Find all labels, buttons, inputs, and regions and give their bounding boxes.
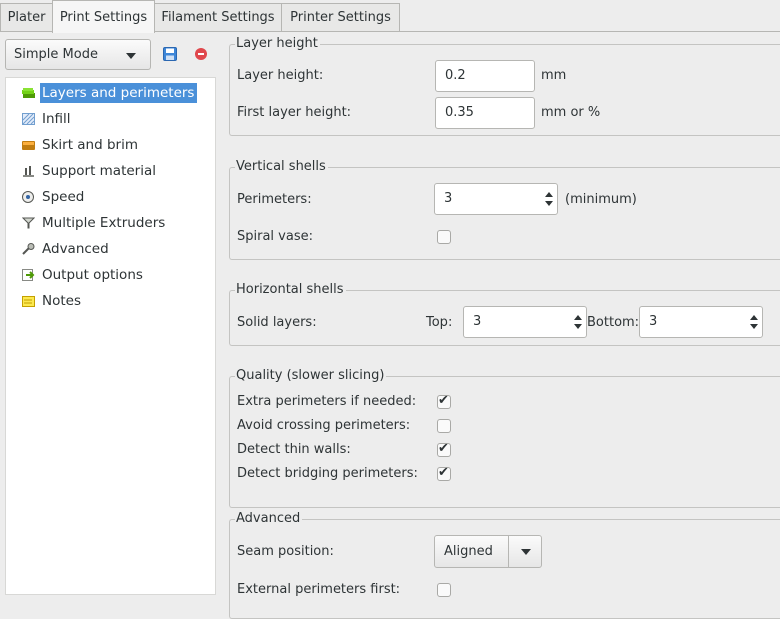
first-layer-height-label: First layer height:	[237, 105, 352, 120]
combo-separator	[508, 536, 509, 567]
top-layers-value: 3	[473, 314, 482, 329]
group-vertical-shells: Vertical shells Perimeters: 3 (minimum) …	[229, 159, 780, 260]
layers-icon	[22, 88, 35, 98]
skirt-icon	[22, 141, 35, 150]
extra-perimeters-checkbox[interactable]: ✔	[437, 393, 451, 409]
infill-icon	[22, 113, 35, 125]
seam-position-select[interactable]: Aligned	[434, 535, 542, 568]
seam-position-label: Seam position:	[237, 544, 334, 559]
notes-icon	[22, 296, 35, 307]
tree-item-label: Skirt and brim	[42, 137, 138, 153]
settings-page-tree: Layers and perimeters Infill Skirt and b…	[5, 77, 216, 595]
detect-bridging-checkbox[interactable]: ✔	[437, 465, 451, 481]
spin-up-icon[interactable]	[750, 315, 758, 320]
first-layer-height-input[interactable]: 0.35	[435, 97, 535, 129]
chevron-down-icon	[126, 53, 136, 59]
support-icon	[23, 166, 34, 177]
group-layer-height: Layer height Layer height: 0.2 mm First …	[229, 36, 780, 136]
perimeters-spinner[interactable]: 3	[434, 183, 558, 215]
tab-filament-settings[interactable]: Filament Settings	[154, 3, 282, 32]
detect-bridging-label: Detect bridging perimeters:	[237, 466, 418, 481]
spin-down-icon[interactable]	[545, 201, 553, 206]
tree-item-label: Output options	[42, 267, 143, 283]
tab-printer-settings[interactable]: Printer Settings	[281, 3, 400, 32]
check-icon: ✔	[438, 441, 449, 456]
detect-thin-walls-label: Detect thin walls:	[237, 442, 351, 457]
avoid-crossing-checkbox[interactable]	[437, 419, 451, 433]
bottom-layers-spinner[interactable]: 3	[639, 306, 763, 338]
left-panel: Simple Mode Layers and perimeters Infill…	[0, 32, 222, 600]
layer-height-input[interactable]: 0.2	[435, 60, 535, 92]
spin-down-icon[interactable]	[574, 324, 582, 329]
check-icon: ✔	[438, 393, 449, 408]
external-perimeters-checkbox[interactable]	[437, 583, 451, 597]
extruders-icon	[22, 217, 35, 229]
top-layers-spin-buttons[interactable]	[570, 307, 586, 337]
tree-item-label: Speed	[42, 189, 85, 205]
mode-selector-text: Simple Mode	[14, 47, 98, 62]
save-icon[interactable]	[163, 47, 177, 61]
layer-height-label: Layer height:	[237, 68, 324, 83]
group-horizontal-shells: Horizontal shells Solid layers: Top: 3 B…	[229, 282, 780, 346]
seam-position-value: Aligned	[444, 544, 493, 559]
wrench-icon	[22, 243, 35, 255]
tree-item-label: Advanced	[42, 241, 109, 257]
tab-plater[interactable]: Plater	[0, 3, 53, 32]
avoid-crossing-label: Avoid crossing perimeters:	[237, 418, 411, 433]
spiral-vase-checkbox[interactable]	[437, 230, 451, 244]
group-quality: Quality (slower slicing) Extra perimeter…	[229, 368, 780, 508]
spiral-vase-label: Spiral vase:	[237, 229, 313, 244]
group-title: Horizontal shells	[235, 282, 346, 298]
tree-item-label: Infill	[42, 111, 71, 127]
external-perimeters-label: External perimeters first:	[237, 582, 401, 597]
layer-height-unit: mm	[541, 68, 567, 83]
spin-up-icon[interactable]	[545, 192, 553, 197]
top-layers-label: Top:	[426, 315, 453, 330]
group-title: Quality (slower slicing)	[235, 368, 387, 384]
perimeters-value: 3	[444, 191, 453, 206]
delete-icon[interactable]	[195, 48, 207, 60]
group-title: Layer height	[235, 36, 320, 52]
main-tabs: Plater Print Settings Filament Settings …	[0, 0, 780, 33]
spin-up-icon[interactable]	[574, 315, 582, 320]
settings-panel: Layer height Layer height: 0.2 mm First …	[222, 32, 780, 619]
solid-layers-label: Solid layers:	[237, 315, 317, 330]
first-layer-height-value: 0.35	[445, 105, 474, 120]
perimeters-unit: (minimum)	[565, 192, 637, 207]
first-layer-height-unit: mm or %	[541, 105, 601, 120]
extra-perimeters-label: Extra perimeters if needed:	[237, 394, 417, 409]
group-title: Vertical shells	[235, 159, 328, 175]
bottom-layers-label: Bottom:	[587, 315, 640, 330]
top-layers-spinner[interactable]: 3	[463, 306, 587, 338]
spin-down-icon[interactable]	[750, 324, 758, 329]
layer-height-value: 0.2	[445, 68, 466, 83]
tree-item-label: Support material	[42, 163, 157, 179]
bottom-layers-value: 3	[649, 314, 658, 329]
group-title: Advanced	[235, 511, 303, 527]
group-advanced: Advanced Seam position: Aligned External…	[229, 511, 780, 619]
tree-item-label: Layers and perimeters	[40, 83, 198, 103]
perimeters-label: Perimeters:	[237, 192, 312, 207]
output-icon	[22, 269, 35, 281]
detect-thin-walls-checkbox[interactable]: ✔	[437, 441, 451, 457]
speed-icon	[22, 191, 34, 203]
perimeters-spin-buttons[interactable]	[541, 184, 557, 214]
check-icon: ✔	[438, 465, 449, 480]
tree-item-label: Notes	[42, 293, 81, 309]
tab-print-settings[interactable]: Print Settings	[52, 0, 155, 33]
mode-selector[interactable]: Simple Mode	[5, 39, 151, 70]
tree-item-label: Multiple Extruders	[42, 215, 166, 231]
chevron-down-icon[interactable]	[521, 549, 531, 555]
bottom-layers-spin-buttons[interactable]	[746, 307, 762, 337]
